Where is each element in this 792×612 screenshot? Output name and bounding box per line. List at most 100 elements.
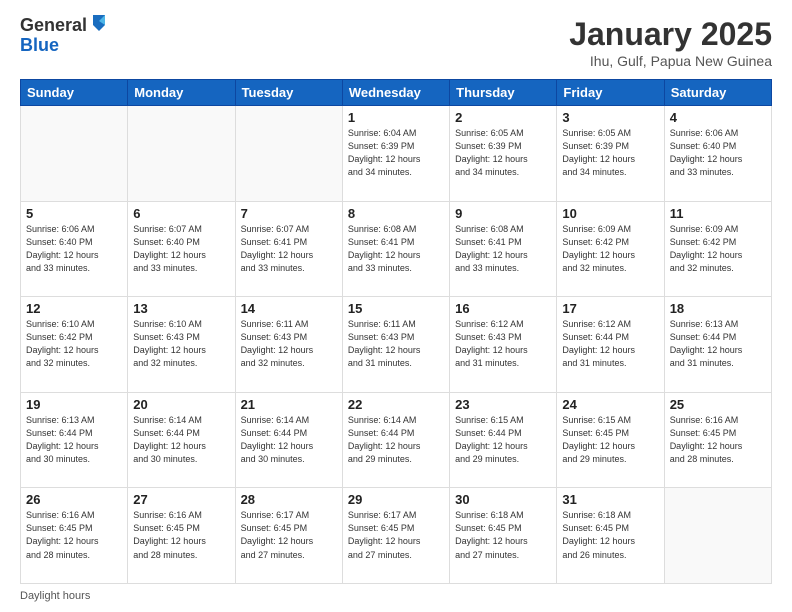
calendar-cell: 14Sunrise: 6:11 AM Sunset: 6:43 PM Dayli… <box>235 297 342 393</box>
day-info: Sunrise: 6:09 AM Sunset: 6:42 PM Dayligh… <box>562 223 658 275</box>
calendar-cell: 8 Sunrise: 6:08 AM Sunset: 6:41 PM Daylig… <box>342 201 449 297</box>
calendar-cell: 31 Sunrise: 6:18 AM Sunset: 6:45 PM Dayli… <box>557 488 664 584</box>
day-number: 4 <box>670 110 766 125</box>
day-number: 17 <box>562 301 658 316</box>
day-info: Sunrise: 6:08 AM Sunset: 6:41 PM Dayligh… <box>348 223 444 275</box>
day-number: 13 <box>133 301 229 316</box>
day-info: Sunrise: 6:12 AM Sunset: 6:43 PM Dayligh… <box>455 318 551 370</box>
day-info: Sunrise: 6:10 AM Sunset: 6:43 PM Dayligh… <box>133 318 229 370</box>
calendar-week-3: 12 Sunrise: 6:10 AM Sunset: 6:42 PM Dayli… <box>21 297 772 393</box>
day-number: 30 <box>455 492 551 507</box>
day-info: Sunrise: 6:15 AM Sunset: 6:45 PM Dayligh… <box>562 414 658 466</box>
calendar-cell: 11 Sunrise: 6:09 AM Sunset: 6:42 PM Dayli… <box>664 201 771 297</box>
day-info: Sunrise: 6:14 AM Sunset: 6:44 PM Dayligh… <box>241 414 337 466</box>
day-number: 12 <box>26 301 122 316</box>
calendar-cell: 3 Sunrise: 6:05 AM Sunset: 6:39 PM Daylig… <box>557 106 664 202</box>
day-info: Sunrise: 6:18 AM Sunset: 6:45 PM Dayligh… <box>455 509 551 561</box>
day-number: 26 <box>26 492 122 507</box>
calendar-cell: 17Sunrise: 6:12 AM Sunset: 6:44 PM Dayli… <box>557 297 664 393</box>
day-number: 9 <box>455 206 551 221</box>
day-number: 22 <box>348 397 444 412</box>
calendar-cell: 1 Sunrise: 6:04 AM Sunset: 6:39 PM Daylig… <box>342 106 449 202</box>
calendar-cell: 5 Sunrise: 6:06 AM Sunset: 6:40 PM Daylig… <box>21 201 128 297</box>
day-number: 3 <box>562 110 658 125</box>
day-info: Sunrise: 6:10 AM Sunset: 6:42 PM Dayligh… <box>26 318 122 370</box>
logo: General Blue <box>20 16 107 56</box>
footer: Daylight hours <box>20 590 772 602</box>
calendar-cell <box>235 106 342 202</box>
day-number: 24 <box>562 397 658 412</box>
weekday-header-sunday: Sunday <box>21 80 128 106</box>
calendar-cell: 7Sunrise: 6:07 AM Sunset: 6:41 PM Daylig… <box>235 201 342 297</box>
day-number: 23 <box>455 397 551 412</box>
calendar-cell: 22 Sunrise: 6:14 AM Sunset: 6:44 PM Dayli… <box>342 392 449 488</box>
day-number: 8 <box>348 206 444 221</box>
day-number: 25 <box>670 397 766 412</box>
day-info: Sunrise: 6:05 AM Sunset: 6:39 PM Dayligh… <box>455 127 551 179</box>
day-info: Sunrise: 6:16 AM Sunset: 6:45 PM Dayligh… <box>26 509 122 561</box>
calendar-cell: 19Sunrise: 6:13 AM Sunset: 6:44 PM Dayli… <box>21 392 128 488</box>
calendar-cell: 20 Sunrise: 6:14 AM Sunset: 6:44 PM Dayli… <box>128 392 235 488</box>
day-number: 1 <box>348 110 444 125</box>
calendar-cell: 13 Sunrise: 6:10 AM Sunset: 6:43 PM Dayli… <box>128 297 235 393</box>
weekday-header-wednesday: Wednesday <box>342 80 449 106</box>
day-number: 31 <box>562 492 658 507</box>
weekday-header-tuesday: Tuesday <box>235 80 342 106</box>
calendar-cell <box>664 488 771 584</box>
calendar-cell: 10 Sunrise: 6:09 AM Sunset: 6:42 PM Dayli… <box>557 201 664 297</box>
day-info: Sunrise: 6:14 AM Sunset: 6:44 PM Dayligh… <box>133 414 229 466</box>
calendar-cell <box>21 106 128 202</box>
calendar-week-2: 5 Sunrise: 6:06 AM Sunset: 6:40 PM Daylig… <box>21 201 772 297</box>
day-number: 18 <box>670 301 766 316</box>
calendar-cell: 16 Sunrise: 6:12 AM Sunset: 6:43 PM Dayli… <box>450 297 557 393</box>
location-subtitle: Ihu, Gulf, Papua New Guinea <box>569 53 772 69</box>
day-info: Sunrise: 6:11 AM Sunset: 6:43 PM Dayligh… <box>348 318 444 370</box>
calendar-cell: 6 Sunrise: 6:07 AM Sunset: 6:40 PM Daylig… <box>128 201 235 297</box>
day-number: 16 <box>455 301 551 316</box>
day-number: 29 <box>348 492 444 507</box>
calendar-week-1: 1 Sunrise: 6:04 AM Sunset: 6:39 PM Daylig… <box>21 106 772 202</box>
day-number: 27 <box>133 492 229 507</box>
weekday-header-friday: Friday <box>557 80 664 106</box>
day-info: Sunrise: 6:07 AM Sunset: 6:40 PM Dayligh… <box>133 223 229 275</box>
calendar-cell: 2Sunrise: 6:05 AM Sunset: 6:39 PM Daylig… <box>450 106 557 202</box>
calendar-cell: 24 Sunrise: 6:15 AM Sunset: 6:45 PM Dayli… <box>557 392 664 488</box>
day-info: Sunrise: 6:05 AM Sunset: 6:39 PM Dayligh… <box>562 127 658 179</box>
calendar-cell: 25 Sunrise: 6:16 AM Sunset: 6:45 PM Dayli… <box>664 392 771 488</box>
calendar-cell: 29 Sunrise: 6:17 AM Sunset: 6:45 PM Dayli… <box>342 488 449 584</box>
day-info: Sunrise: 6:07 AM Sunset: 6:41 PM Dayligh… <box>241 223 337 275</box>
weekday-header-saturday: Saturday <box>664 80 771 106</box>
day-info: Sunrise: 6:09 AM Sunset: 6:42 PM Dayligh… <box>670 223 766 275</box>
calendar-cell: 27Sunrise: 6:16 AM Sunset: 6:45 PM Dayli… <box>128 488 235 584</box>
day-number: 20 <box>133 397 229 412</box>
day-info: Sunrise: 6:06 AM Sunset: 6:40 PM Dayligh… <box>670 127 766 179</box>
day-number: 28 <box>241 492 337 507</box>
calendar-table: SundayMondayTuesdayWednesdayThursdayFrid… <box>20 79 772 584</box>
day-info: Sunrise: 6:16 AM Sunset: 6:45 PM Dayligh… <box>670 414 766 466</box>
day-info: Sunrise: 6:17 AM Sunset: 6:45 PM Dayligh… <box>241 509 337 561</box>
logo-blue-text: Blue <box>20 36 107 56</box>
calendar-cell <box>128 106 235 202</box>
title-block: January 2025 Ihu, Gulf, Papua New Guinea <box>569 16 772 69</box>
day-number: 14 <box>241 301 337 316</box>
day-info: Sunrise: 6:04 AM Sunset: 6:39 PM Dayligh… <box>348 127 444 179</box>
calendar-cell: 4 Sunrise: 6:06 AM Sunset: 6:40 PM Daylig… <box>664 106 771 202</box>
day-number: 10 <box>562 206 658 221</box>
calendar-cell: 15 Sunrise: 6:11 AM Sunset: 6:43 PM Dayli… <box>342 297 449 393</box>
calendar-cell: 12 Sunrise: 6:10 AM Sunset: 6:42 PM Dayli… <box>21 297 128 393</box>
day-info: Sunrise: 6:06 AM Sunset: 6:40 PM Dayligh… <box>26 223 122 275</box>
calendar-cell: 30 Sunrise: 6:18 AM Sunset: 6:45 PM Dayli… <box>450 488 557 584</box>
day-number: 6 <box>133 206 229 221</box>
day-info: Sunrise: 6:17 AM Sunset: 6:45 PM Dayligh… <box>348 509 444 561</box>
calendar-cell: 18Sunrise: 6:13 AM Sunset: 6:44 PM Dayli… <box>664 297 771 393</box>
calendar-cell: 9 Sunrise: 6:08 AM Sunset: 6:41 PM Daylig… <box>450 201 557 297</box>
day-number: 11 <box>670 206 766 221</box>
day-number: 15 <box>348 301 444 316</box>
day-info: Sunrise: 6:18 AM Sunset: 6:45 PM Dayligh… <box>562 509 658 561</box>
day-info: Sunrise: 6:13 AM Sunset: 6:44 PM Dayligh… <box>26 414 122 466</box>
day-info: Sunrise: 6:08 AM Sunset: 6:41 PM Dayligh… <box>455 223 551 275</box>
day-info: Sunrise: 6:14 AM Sunset: 6:44 PM Dayligh… <box>348 414 444 466</box>
logo-icon <box>89 13 107 35</box>
day-number: 21 <box>241 397 337 412</box>
day-number: 5 <box>26 206 122 221</box>
